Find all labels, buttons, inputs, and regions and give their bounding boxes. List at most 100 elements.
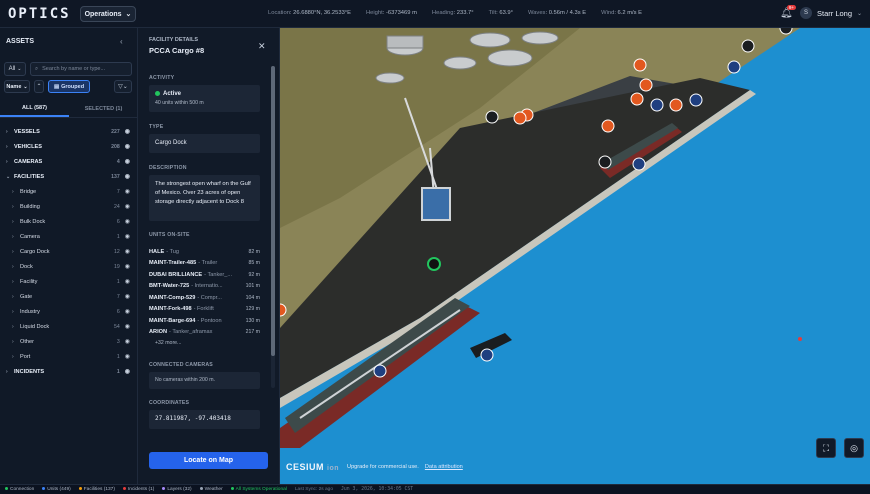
chevron-right-icon[interactable]: › [12,234,20,240]
unit-row[interactable]: DUBAI BRILLIANCE - Tanker_... 92 m [149,269,260,281]
fullscreen-button[interactable]: ⛶ [816,438,836,458]
user-menu[interactable]: S Starr Long ⌄ [800,7,862,19]
operations-dropdown[interactable]: Operations ⌄ [80,6,136,22]
status-incidents[interactable]: Incidents (1) [122,487,154,492]
filter-select[interactable]: All ⌄ [4,62,26,76]
map-canvas[interactable] [280,28,870,484]
tree-item-vessels[interactable]: › VESSELS 227 ◉ [0,124,138,139]
eye-icon[interactable]: ◉ [125,188,130,195]
chevron-right-icon[interactable]: › [12,249,20,255]
search-input[interactable]: ⌕ Search by name or type... [30,62,132,76]
data-attribution-link[interactable]: Data attribution [425,464,463,470]
chevron-right-icon[interactable]: › [12,279,20,285]
tree-item-facility[interactable]: › Facility 1 ◉ [0,274,138,289]
eye-icon[interactable]: ◉ [125,353,130,360]
eye-icon[interactable]: ◉ [125,143,130,150]
status-weather[interactable]: Weather [199,487,223,492]
scrollbar-thumb[interactable] [271,66,275,356]
tree-item-building[interactable]: › Building 24 ◉ [0,199,138,214]
chevron-right-icon[interactable]: › [12,219,20,225]
status-units[interactable]: Units (449) [42,487,71,492]
filter-button[interactable]: ▽⌄ [114,80,132,93]
eye-icon[interactable]: ◉ [125,278,130,285]
status-layers[interactable]: Layers (32) [162,487,192,492]
unit-row[interactable]: BMT-Water-725- Internatio... 101 m [149,281,260,293]
chevron-right-icon[interactable]: › [12,264,20,270]
tree-item-cameras[interactable]: › CAMERAS 4 ◉ [0,154,138,169]
stat-tilt: Tilt: 63.9° [488,10,513,16]
tab-selected[interactable]: SELECTED (1) [69,100,138,117]
tree-item-bridge[interactable]: › Bridge 7 ◉ [0,184,138,199]
units-more-link[interactable]: +32 more... [155,340,181,346]
tree-item-facilities[interactable]: ⌄ FACILITIES 137 ◉ [0,169,138,184]
chevron-down-icon[interactable]: ⌄ [6,174,14,180]
eye-icon[interactable]: ◉ [125,293,130,300]
recenter-button[interactable]: ◎ [844,438,864,458]
facility-title: PCCA Cargo #8 [149,46,205,55]
tree-item-other[interactable]: › Other 3 ◉ [0,334,138,349]
stat-location: Location: 26.6880°N, 36.2533°E [268,10,351,16]
eye-icon[interactable]: ◉ [125,158,130,165]
eye-icon[interactable]: ◉ [125,368,130,375]
tree-item-vehicles[interactable]: › VEHICLES 208 ◉ [0,139,138,154]
status-systems-label: All Systems Operational [235,487,287,492]
eye-icon[interactable]: ◉ [125,338,130,345]
tree-item-label: VEHICLES [14,143,42,150]
status-facilities[interactable]: Facilities (137) [78,487,115,492]
tree-item-liquid-dock[interactable]: › Liquid Dock 54 ◉ [0,319,138,334]
chevron-right-icon[interactable]: › [6,369,14,375]
tree-item-incidents[interactable]: › INCIDENTS 1 ◉ [0,364,138,379]
tree-item-dock[interactable]: › Dock 19 ◉ [0,259,138,274]
chevron-right-icon[interactable]: › [12,309,20,315]
tab-all[interactable]: ALL (587) [0,100,69,117]
grouped-toggle[interactable]: ▤ Grouped [48,80,90,93]
unit-distance: 104 m [245,294,260,301]
sort-select[interactable]: Name ⌄ [4,80,30,93]
eye-icon[interactable]: ◉ [125,218,130,225]
locate-on-map-button[interactable]: Locate on Map [149,452,268,469]
tree-item-count: 4 [116,158,120,165]
close-icon[interactable]: ✕ [258,41,266,52]
chevron-right-icon[interactable]: › [6,129,14,135]
tree-item-camera[interactable]: › Camera 1 ◉ [0,229,138,244]
tree-item-bulk-dock[interactable]: › Bulk Dock 6 ◉ [0,214,138,229]
map-view[interactable]: ⛶ ◎ CESIUM ion Upgrade for commercial us… [280,28,870,484]
unit-name: BMT-Water-725 [149,283,190,290]
chevron-right-icon[interactable]: › [12,294,20,300]
scrollbar[interactable] [271,66,275,388]
unit-row[interactable]: MAINT-Barge-694- Pontoon 130 m [149,315,260,327]
unit-row[interactable]: MAINT-Trailer-485- Trailer 85 m [149,258,260,270]
tree-item-industry[interactable]: › Industry 6 ◉ [0,304,138,319]
eye-icon[interactable]: ◉ [125,263,130,270]
stat-label: Tilt [488,10,497,16]
chevron-right-icon[interactable]: › [12,354,20,360]
unit-row[interactable]: MAINT-Fork-498- Forklift 129 m [149,304,260,316]
eye-icon[interactable]: ◉ [125,323,130,330]
eye-icon[interactable]: ◉ [125,173,130,180]
chevron-right-icon[interactable]: › [12,204,20,210]
sort-direction-button[interactable]: ⌃ [34,80,44,93]
tree-item-port[interactable]: › Port 1 ◉ [0,349,138,364]
chevron-right-icon[interactable]: › [6,159,14,165]
tree-item-gate[interactable]: › Gate 7 ◉ [0,289,138,304]
unit-row[interactable]: HALE - Tug 82 m [149,246,260,258]
unit-distance: 101 m [245,283,260,290]
eye-icon[interactable]: ◉ [125,233,130,240]
tree-item-cargo-dock[interactable]: › Cargo Dock 12 ◉ [0,244,138,259]
cesium-credits: CESIUM ion Upgrade for commercial use. D… [286,462,463,472]
notifications-button[interactable]: 🔔︎ 9+ [780,5,796,20]
sort-select-value: Name [6,83,22,90]
chevron-right-icon[interactable]: › [12,339,20,345]
chevron-right-icon[interactable]: › [12,324,20,330]
chevron-right-icon[interactable]: › [12,189,20,195]
unit-row[interactable]: MAINT-Comp-529- Compr... 104 m [149,292,260,304]
chevron-right-icon[interactable]: › [6,144,14,150]
unit-row[interactable]: ARION - Tanker_aframax 217 m [149,327,260,339]
status-facilities-label: Facilities (137) [83,487,115,492]
status-connection[interactable]: Connection [5,487,34,492]
eye-icon[interactable]: ◉ [125,248,130,255]
collapse-sidebar-icon[interactable]: ‹ [120,37,123,46]
eye-icon[interactable]: ◉ [125,128,130,135]
eye-icon[interactable]: ◉ [125,203,130,210]
eye-icon[interactable]: ◉ [125,308,130,315]
